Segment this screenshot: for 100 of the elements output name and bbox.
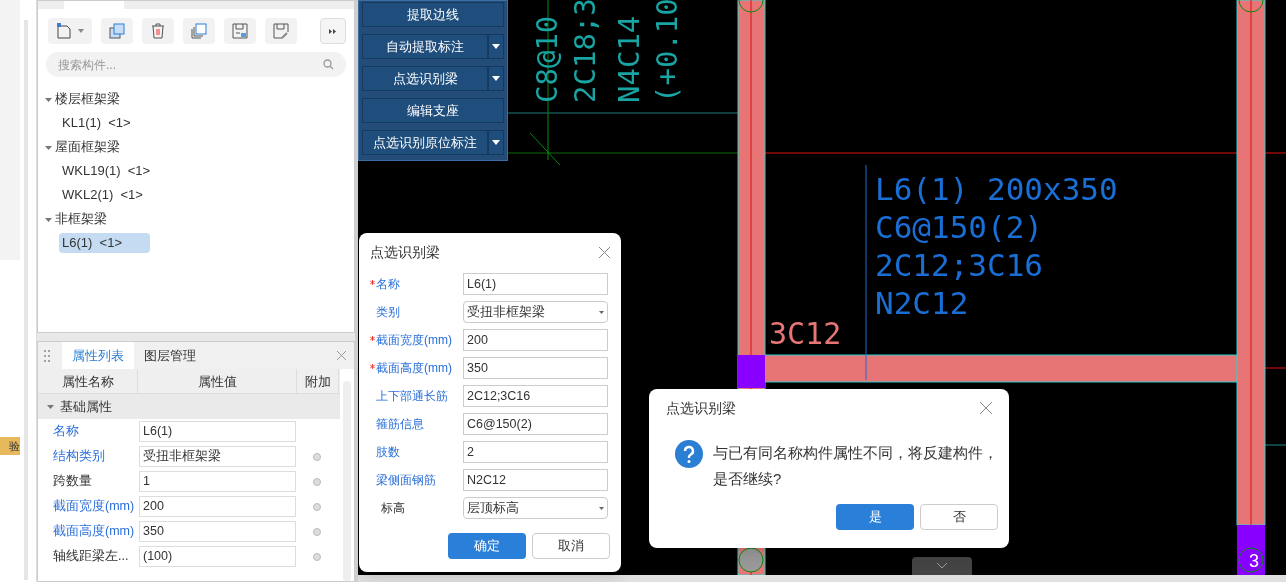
field-label: 类别 bbox=[376, 304, 400, 321]
search-icon bbox=[323, 59, 334, 70]
property-value[interactable]: 350 bbox=[139, 521, 296, 542]
panel-tab[interactable]: 图层管理 bbox=[134, 342, 206, 369]
input-field[interactable]: L6(1) bbox=[463, 273, 608, 295]
panel-tab[interactable]: 属性列表 bbox=[62, 342, 134, 369]
property-name: 跨数量 bbox=[52, 473, 93, 491]
double-arrow-icon bbox=[329, 28, 337, 34]
field-label: 标高 bbox=[380, 500, 405, 517]
tree-item[interactable]: WKL19(1) <1> bbox=[59, 161, 154, 181]
floppy-icon bbox=[232, 23, 248, 39]
field-label: 上下部通长筋 bbox=[376, 388, 448, 405]
horizontal-scrollbar[interactable] bbox=[358, 575, 1286, 582]
column-block bbox=[738, 355, 765, 388]
property-name: 截面高度(mm) bbox=[52, 523, 136, 541]
caret-icon bbox=[492, 44, 500, 49]
field-label: 梁侧面钢筋 bbox=[376, 472, 436, 489]
tree-group[interactable]: 楼层框架梁 bbox=[55, 89, 120, 109]
input-field[interactable]: N2C12 bbox=[463, 469, 608, 491]
tree-item[interactable]: WKL2(1) <1> bbox=[59, 185, 146, 205]
caret-icon[interactable] bbox=[47, 403, 54, 410]
copy-button[interactable] bbox=[101, 18, 133, 44]
input-field[interactable]: 2 bbox=[463, 441, 608, 463]
tree-group[interactable]: 屋面框架梁 bbox=[55, 137, 120, 157]
dialog-button[interactable]: 确定 bbox=[448, 533, 526, 559]
field-label: 截面高度(mm) bbox=[376, 360, 452, 377]
toolbar-button[interactable]: 提取边线 bbox=[362, 2, 504, 27]
question-icon bbox=[675, 440, 703, 468]
input-field[interactable]: 200 bbox=[463, 329, 608, 351]
caret-icon bbox=[492, 76, 500, 81]
copy-icon bbox=[109, 23, 125, 39]
dropdown-field[interactable]: 层顶标高 bbox=[463, 497, 608, 519]
input-field[interactable]: 350 bbox=[463, 357, 608, 379]
trash-icon bbox=[151, 23, 165, 39]
caret-icon[interactable] bbox=[45, 95, 52, 103]
dropdown-button[interactable] bbox=[488, 34, 504, 59]
input-field[interactable]: C6@150(2) bbox=[463, 413, 608, 435]
delete-button[interactable] bbox=[142, 18, 174, 44]
property-value[interactable]: 1 bbox=[139, 471, 296, 492]
caret-icon bbox=[492, 140, 500, 145]
axis-label: 3 bbox=[1249, 550, 1259, 572]
expand-button[interactable] bbox=[320, 18, 346, 44]
new-button[interactable] bbox=[48, 18, 92, 44]
property-value[interactable]: L6(1) bbox=[139, 421, 296, 442]
property-value[interactable]: (100) bbox=[139, 546, 296, 567]
close-icon[interactable] bbox=[599, 246, 610, 258]
dialog-button[interactable]: 否 bbox=[920, 504, 998, 530]
toolbar-button[interactable]: 编辑支座 bbox=[362, 98, 504, 123]
vertical-scrollbar[interactable] bbox=[343, 381, 351, 581]
property-name: 截面宽度(mm) bbox=[52, 498, 136, 516]
field-label: 肢数 bbox=[376, 444, 400, 461]
dialog-message: 与已有同名称构件属性不同，将反建构件，是否继续? bbox=[713, 443, 999, 489]
beam-label: 2C12;3C16 bbox=[875, 246, 1044, 284]
layers-button[interactable] bbox=[183, 18, 215, 44]
file-icon bbox=[56, 23, 72, 39]
column-header: 属性值 bbox=[138, 369, 297, 393]
property-value[interactable]: 200 bbox=[139, 496, 296, 517]
dropdown-field[interactable]: 受扭非框架梁 bbox=[463, 301, 608, 323]
tree-item[interactable]: KL1(1) <1> bbox=[59, 113, 134, 133]
property-name: 轴线距梁左... bbox=[52, 548, 130, 566]
property-name: 结构类别 bbox=[52, 448, 106, 466]
tree-item[interactable]: L6(1) <1> bbox=[59, 233, 150, 253]
chevron-down-icon bbox=[937, 563, 947, 569]
field-label: 名称 bbox=[376, 276, 400, 293]
dropdown-button[interactable] bbox=[488, 130, 504, 155]
toolbar-button[interactable]: 点选识别原位标注 bbox=[362, 130, 488, 155]
drag-handle-icon[interactable] bbox=[44, 349, 50, 362]
field-label: 箍筋信息 bbox=[376, 416, 424, 433]
dialog-title: 点选识别梁 bbox=[666, 398, 736, 418]
property-value[interactable]: 受扭非框架梁 bbox=[139, 446, 296, 467]
toolbar-button[interactable]: 自动提取标注 bbox=[362, 34, 488, 59]
axis-bubble bbox=[738, 0, 764, 13]
search-field[interactable]: 搜索构件... bbox=[46, 52, 346, 77]
close-icon[interactable] bbox=[337, 351, 346, 360]
dialog-button[interactable]: 取消 bbox=[532, 533, 610, 559]
sidebar-tag[interactable]: 验 bbox=[0, 437, 20, 455]
axis-bubble bbox=[738, 547, 764, 573]
column-header: 附加 bbox=[297, 369, 339, 393]
dialog-button[interactable]: 是 bbox=[836, 504, 914, 530]
drawing-text: (+0.10 bbox=[652, 0, 683, 103]
column-block bbox=[1237, 525, 1265, 575]
beam-label: L6(1) 200x350 bbox=[875, 170, 1118, 208]
drawing-text: C8@10 bbox=[532, 15, 563, 103]
caret-icon[interactable] bbox=[45, 143, 52, 151]
cad-canvas[interactable] bbox=[355, 0, 1286, 582]
column-header: 属性名称 bbox=[38, 369, 138, 393]
dropdown-button[interactable] bbox=[488, 66, 504, 91]
save-button[interactable] bbox=[224, 18, 256, 44]
drawing-text: N4C14 bbox=[614, 15, 645, 103]
edit-button[interactable] bbox=[265, 18, 297, 44]
tree-group[interactable]: 非框架梁 bbox=[55, 209, 107, 229]
field-label: 截面宽度(mm) bbox=[376, 332, 452, 349]
caret-icon[interactable] bbox=[78, 29, 84, 33]
caret-icon[interactable] bbox=[45, 215, 52, 223]
close-icon[interactable] bbox=[980, 402, 992, 414]
stack-icon bbox=[191, 23, 207, 39]
toolbar-button[interactable]: 点选识别梁 bbox=[362, 66, 488, 91]
property-group-header[interactable]: 基础属性 bbox=[38, 394, 340, 419]
input-field[interactable]: 2C12;3C16 bbox=[463, 385, 608, 407]
rebar-label: 3C12 bbox=[769, 315, 842, 353]
